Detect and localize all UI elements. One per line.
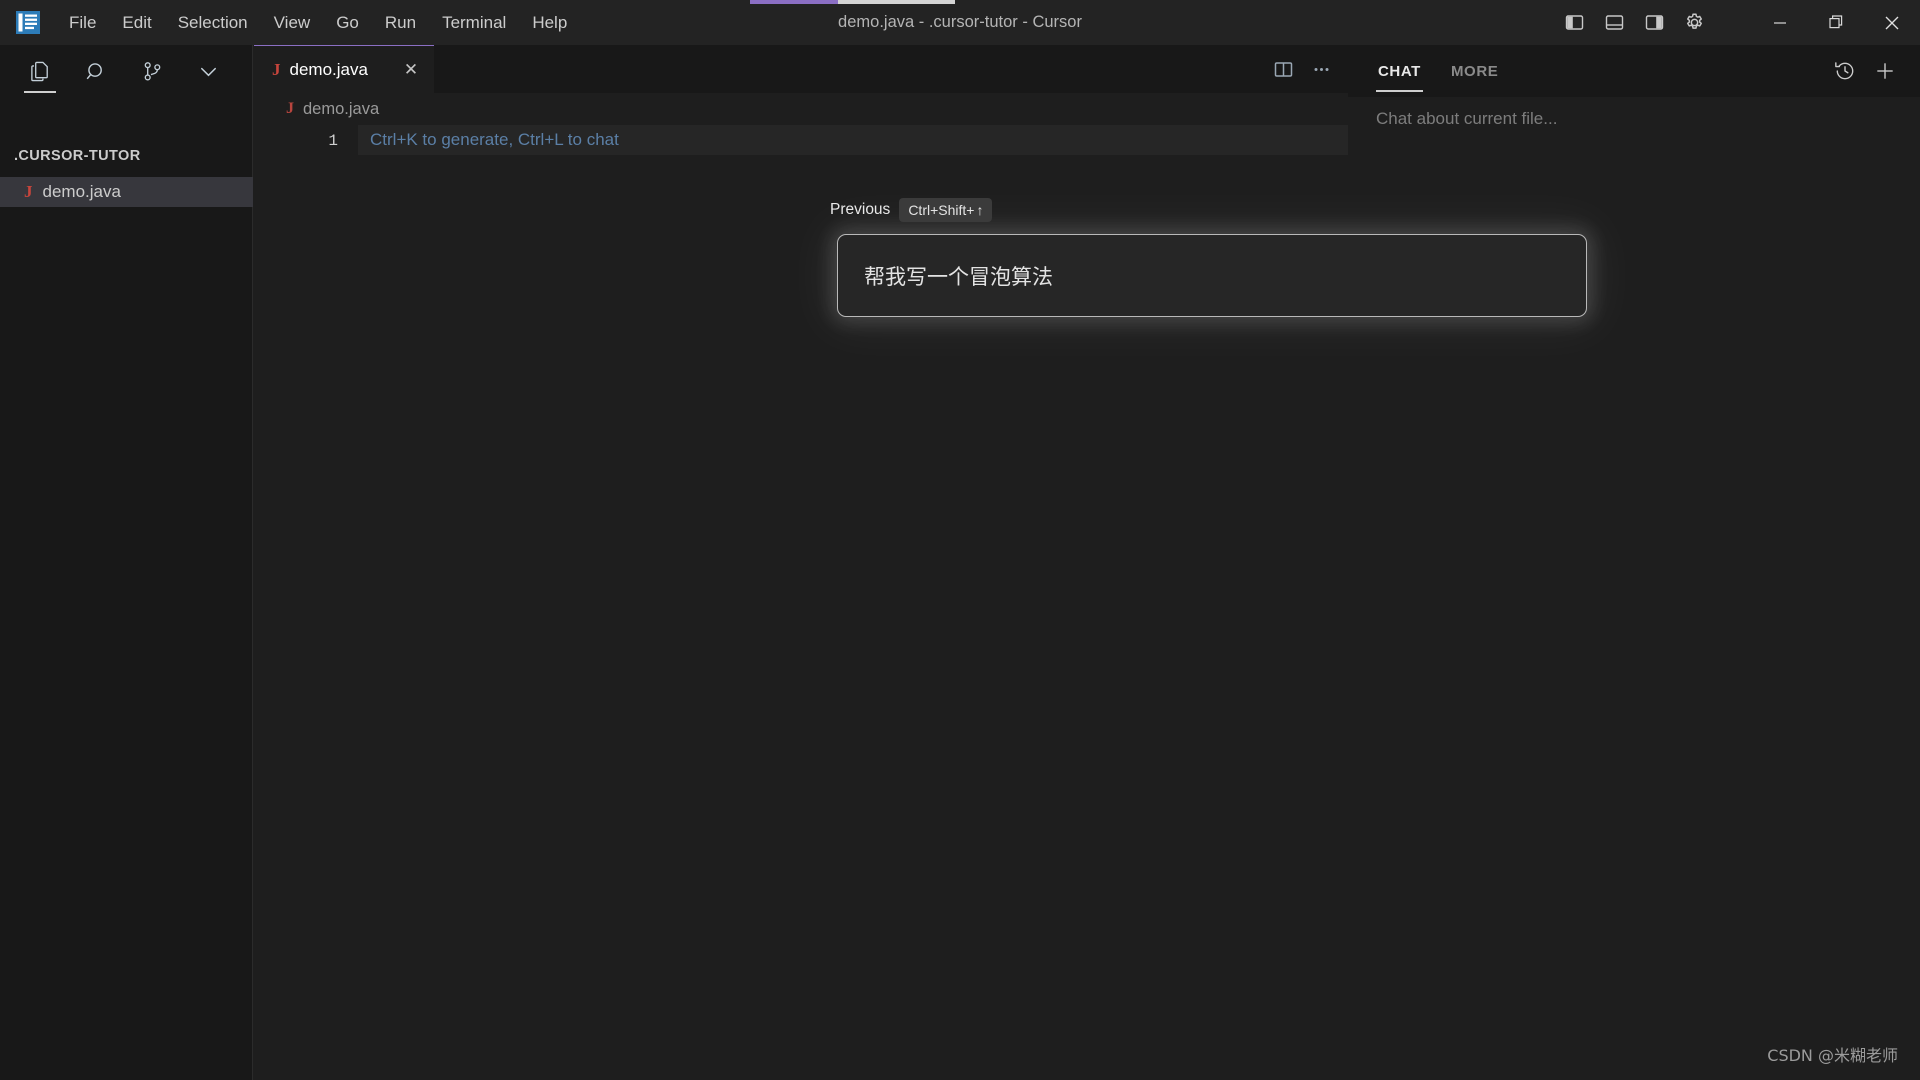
editor-area: J demo.java ✕ J demo.java — [254, 45, 1348, 1080]
search-icon — [85, 60, 108, 83]
menu-item-run[interactable]: Run — [374, 10, 427, 35]
tab-more[interactable]: MORE — [1449, 57, 1500, 86]
files-icon — [29, 60, 52, 83]
breadcrumb-label: demo.java — [303, 100, 379, 119]
explorer-section-title: .CURSOR-TUTOR — [14, 148, 141, 164]
list-item[interactable]: J demo.java — [0, 177, 253, 207]
close-icon[interactable] — [1864, 0, 1920, 45]
keybinding-chip: Ctrl+Shift+ ↑ — [899, 198, 992, 222]
tab-demo-java[interactable]: J demo.java ✕ — [254, 45, 434, 93]
ai-prompt-value: 帮我写一个冒泡算法 — [864, 261, 1053, 291]
java-file-icon: J — [272, 60, 281, 80]
java-file-icon: J — [24, 182, 33, 202]
panel-right-icon[interactable] — [1636, 7, 1672, 39]
inline-ghost-hint: Ctrl+K to generate, Ctrl+L to chat — [370, 130, 619, 150]
list-item-label: demo.java — [43, 182, 121, 202]
arrow-up-icon: ↑ — [976, 202, 983, 218]
chat-panel: CHAT MORE Chat about current file... CSD… — [1348, 45, 1920, 1080]
menu-item-file[interactable]: File — [58, 10, 107, 35]
menu-item-view[interactable]: View — [263, 10, 322, 35]
editor-actions — [1266, 45, 1338, 93]
vscode-logo-icon — [14, 9, 42, 36]
menu-item-edit[interactable]: Edit — [111, 10, 162, 35]
panel-left-icon[interactable] — [1556, 7, 1592, 39]
breadcrumb[interactable]: J demo.java — [254, 93, 1348, 125]
sidebar-item-search[interactable] — [78, 52, 114, 90]
menu-item-go[interactable]: Go — [325, 10, 370, 35]
gear-icon[interactable] — [1676, 7, 1712, 39]
maximize-icon[interactable] — [1808, 0, 1864, 45]
plus-icon[interactable] — [1868, 55, 1902, 87]
ai-prompt-input[interactable]: 帮我写一个冒泡算法 — [837, 234, 1587, 317]
progress-bar-fill — [750, 0, 838, 4]
tab-label: demo.java — [290, 60, 390, 80]
source-control-icon — [141, 60, 164, 83]
chat-input-placeholder[interactable]: Chat about current file... — [1376, 109, 1557, 129]
window-controls — [1752, 0, 1920, 45]
previous-label: Previous — [830, 201, 890, 219]
layout-controls — [1556, 0, 1712, 45]
menu-item-help[interactable]: Help — [521, 10, 578, 35]
menu-item-terminal[interactable]: Terminal — [431, 10, 517, 35]
sidebar: .CURSOR-TUTOR J demo.java — [0, 45, 253, 1080]
previous-prompt-hint: Previous Ctrl+Shift+ ↑ — [830, 197, 992, 223]
ellipsis-icon[interactable] — [1304, 53, 1338, 85]
chat-actions — [1828, 45, 1902, 97]
chat-tab-bar: CHAT MORE — [1348, 45, 1920, 97]
sidebar-item-explorer[interactable] — [22, 52, 58, 90]
title-bar: File Edit Selection View Go Run Terminal… — [0, 0, 1920, 45]
chevron-down-icon[interactable] — [190, 52, 226, 90]
menu-bar: File Edit Selection View Go Run Terminal… — [56, 0, 580, 45]
tab-chat[interactable]: CHAT — [1376, 57, 1423, 86]
close-icon[interactable]: ✕ — [398, 57, 424, 83]
activity-bar — [0, 45, 253, 97]
editor-tab-bar: J demo.java ✕ — [254, 45, 1348, 93]
history-icon[interactable] — [1828, 55, 1862, 87]
line-number: 1 — [296, 132, 338, 150]
minimize-icon[interactable] — [1752, 0, 1808, 45]
sidebar-item-source-control[interactable] — [134, 52, 170, 90]
menu-item-selection[interactable]: Selection — [167, 10, 259, 35]
keybinding-text: Ctrl+Shift+ — [908, 202, 974, 218]
java-file-icon: J — [286, 100, 294, 118]
panel-bottom-icon[interactable] — [1596, 7, 1632, 39]
watermark: CSDN @米糊老师 — [1767, 1042, 1898, 1066]
split-editor-icon[interactable] — [1266, 53, 1300, 85]
